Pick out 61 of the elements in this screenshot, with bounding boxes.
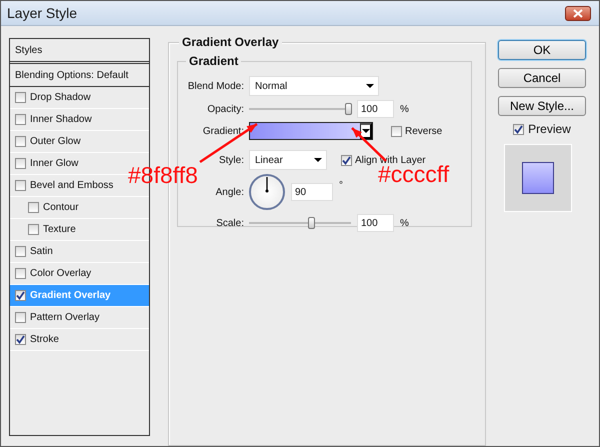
unit-label: % (400, 218, 409, 228)
field-label: Opacity: (206, 104, 244, 114)
slider-track[interactable] (249, 217, 351, 229)
style-item[interactable]: Satin (10, 241, 149, 263)
field-label: Gradient: (202, 126, 244, 136)
checkbox[interactable] (391, 126, 402, 136)
field-label: Style: (218, 154, 244, 166)
caret-icon (362, 129, 370, 133)
style-item[interactable]: Pattern Overlay (10, 307, 149, 329)
input-field[interactable]: 100 (357, 214, 394, 232)
close-button[interactable] (565, 6, 591, 20)
blending-options-item[interactable]: Blending Options: Default (10, 64, 149, 87)
input-field[interactable]: 100 (357, 100, 394, 118)
caret-icon (366, 84, 374, 88)
checkbox[interactable] (513, 124, 524, 134)
checkbox[interactable] (15, 312, 26, 323)
checkbox[interactable] (15, 334, 26, 345)
style-item[interactable]: Contour (10, 197, 149, 219)
checkbox[interactable] (15, 158, 26, 169)
input-field[interactable]: 90 (291, 183, 333, 201)
unit-label: ° (339, 180, 343, 191)
field-label: Blend Mode: (186, 80, 244, 92)
checkbox[interactable] (15, 290, 26, 301)
angle-dial[interactable] (249, 174, 285, 210)
style-item[interactable]: Texture (10, 219, 149, 241)
dialog-button[interactable]: Cancel (498, 68, 586, 88)
slider-thumb[interactable] (344, 103, 352, 115)
dialog-button[interactable]: New Style... (498, 96, 586, 116)
checkbox[interactable] (15, 180, 26, 191)
checkbox-label: Preview (528, 122, 571, 136)
style-dropdown[interactable]: Linear (249, 150, 327, 170)
needle-icon (265, 177, 269, 193)
checkbox[interactable] (15, 246, 26, 257)
group-title: Gradient (186, 54, 242, 68)
checkbox[interactable] (15, 268, 26, 279)
dropdown-button[interactable] (360, 123, 372, 139)
slider-track[interactable] (249, 103, 351, 115)
field-label: Angle: (214, 186, 244, 198)
style-item[interactable]: Inner Shadow (10, 109, 149, 131)
slider-thumb[interactable] (308, 217, 316, 229)
style-item[interactable]: Outer Glow (10, 131, 149, 153)
checkbox[interactable] (341, 154, 352, 166)
dialog-button[interactable]: OK (498, 40, 586, 60)
caret-icon (314, 158, 322, 162)
close-icon (573, 8, 583, 18)
style-item[interactable]: Stroke (10, 329, 149, 351)
panel-header: Styles (15, 44, 42, 56)
style-item[interactable]: Drop Shadow (10, 87, 149, 109)
unit-label: % (400, 104, 409, 114)
checkbox[interactable] (28, 202, 39, 213)
blend-mode-dropdown[interactable]: Normal (249, 76, 379, 96)
checkbox[interactable] (15, 92, 26, 103)
group-title: Gradient Overlay (179, 35, 282, 49)
preview-swatch (522, 162, 554, 194)
checkbox[interactable] (28, 224, 39, 235)
checkbox[interactable] (15, 114, 26, 125)
gradient-swatch[interactable] (250, 123, 360, 139)
field-label: Scale: (215, 218, 244, 228)
checkbox[interactable] (15, 136, 26, 147)
checkbox-label: Reverse (405, 126, 442, 136)
window-title: Layer Style (7, 5, 78, 21)
